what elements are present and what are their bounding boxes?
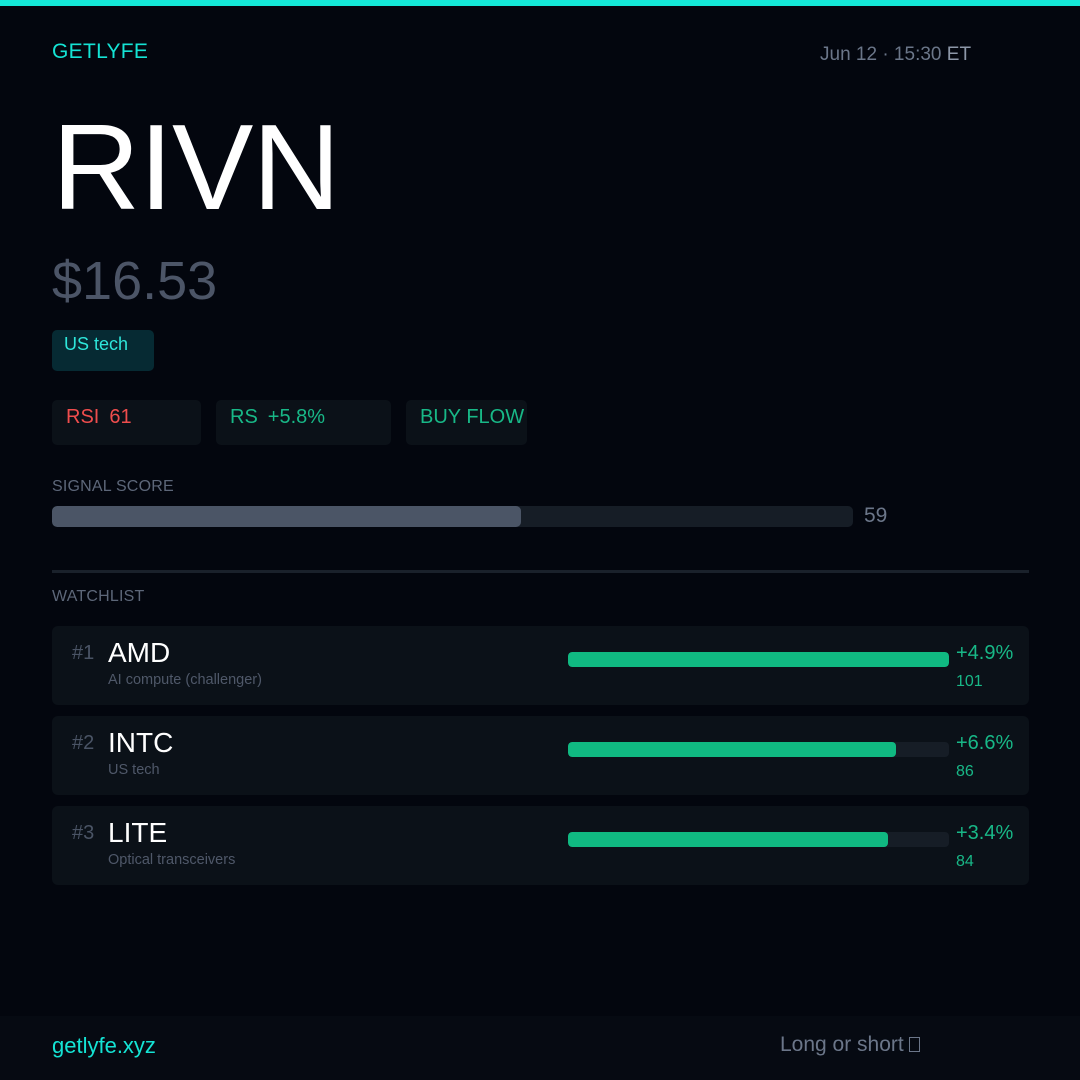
- footer-tagline-text: Long or short: [780, 1033, 904, 1056]
- timestamp: Jun 12 · 15:30 ET: [820, 44, 971, 66]
- watchlist-strength-fill: [568, 742, 896, 757]
- watchlist-strength-fill: [568, 832, 889, 847]
- watchlist: #1 AMD AI compute (challenger) +4.9% 101…: [52, 626, 1029, 896]
- footer: getlyfe.xyz Long or short: [0, 1016, 1080, 1080]
- watchlist-rank: #2: [72, 732, 95, 754]
- watchlist-symbol: INTC: [108, 727, 174, 758]
- footer-tagline: Long or short: [780, 1033, 920, 1057]
- watchlist-score: 84: [956, 853, 974, 870]
- watchlist-row[interactable]: #2 INTC US tech +6.6% 86: [52, 716, 1029, 795]
- rsi-chip: RSI 61: [52, 400, 201, 445]
- watchlist-label: WATCHLIST: [52, 588, 145, 605]
- signal-score-value: 59: [864, 504, 888, 527]
- watchlist-description: US tech: [108, 762, 160, 778]
- watchlist-symbol: LITE: [108, 817, 168, 848]
- rs-value: +5.8%: [267, 406, 326, 428]
- rs-chip: RS +5.8%: [216, 400, 391, 445]
- brand-logo: GETLYFE: [52, 40, 149, 63]
- rs-label: RS: [230, 406, 258, 428]
- watchlist-change: +3.4%: [956, 822, 1014, 844]
- watchlist-strength-bar: [568, 652, 949, 667]
- signal-score-fill: [52, 506, 521, 527]
- flow-chip: BUY FLOW: [406, 400, 527, 445]
- rsi-value: 61: [109, 406, 132, 428]
- watchlist-strength-bar: [568, 742, 949, 757]
- watchlist-score: 101: [956, 673, 983, 690]
- top-accent-bar: [0, 0, 1080, 6]
- watchlist-strength-bar: [568, 832, 949, 847]
- watchlist-change: +4.9%: [956, 642, 1014, 664]
- signal-score-label: SIGNAL SCORE: [52, 478, 174, 495]
- share-card: GETLYFE Jun 12 · 15:30 ET RIVN $16.53 US…: [0, 0, 1080, 1080]
- watchlist-strength-fill: [568, 652, 949, 667]
- watchlist-rank: #3: [72, 822, 95, 844]
- sector-badge: US tech: [52, 330, 154, 371]
- box-icon: [908, 1037, 920, 1052]
- watchlist-symbol: AMD: [108, 637, 171, 668]
- rsi-label: RSI: [66, 406, 100, 428]
- signal-score-bar: [52, 506, 853, 527]
- watchlist-description: AI compute (challenger): [108, 672, 262, 688]
- watchlist-score: 86: [956, 763, 974, 780]
- timestamp-timezone: ET: [946, 44, 972, 65]
- watchlist-row[interactable]: #1 AMD AI compute (challenger) +4.9% 101: [52, 626, 1029, 705]
- ticker-symbol: RIVN: [52, 99, 340, 235]
- watchlist-description: Optical transceivers: [108, 852, 236, 868]
- divider: [52, 570, 1029, 573]
- stock-price: $16.53: [52, 251, 218, 311]
- watchlist-row[interactable]: #3 LITE Optical transceivers +3.4% 84: [52, 806, 1029, 885]
- watchlist-change: +6.6%: [956, 732, 1014, 754]
- timestamp-date-time: Jun 12 · 15:30: [820, 44, 942, 65]
- watchlist-rank: #1: [72, 642, 95, 664]
- footer-url-link[interactable]: getlyfe.xyz: [52, 1033, 156, 1059]
